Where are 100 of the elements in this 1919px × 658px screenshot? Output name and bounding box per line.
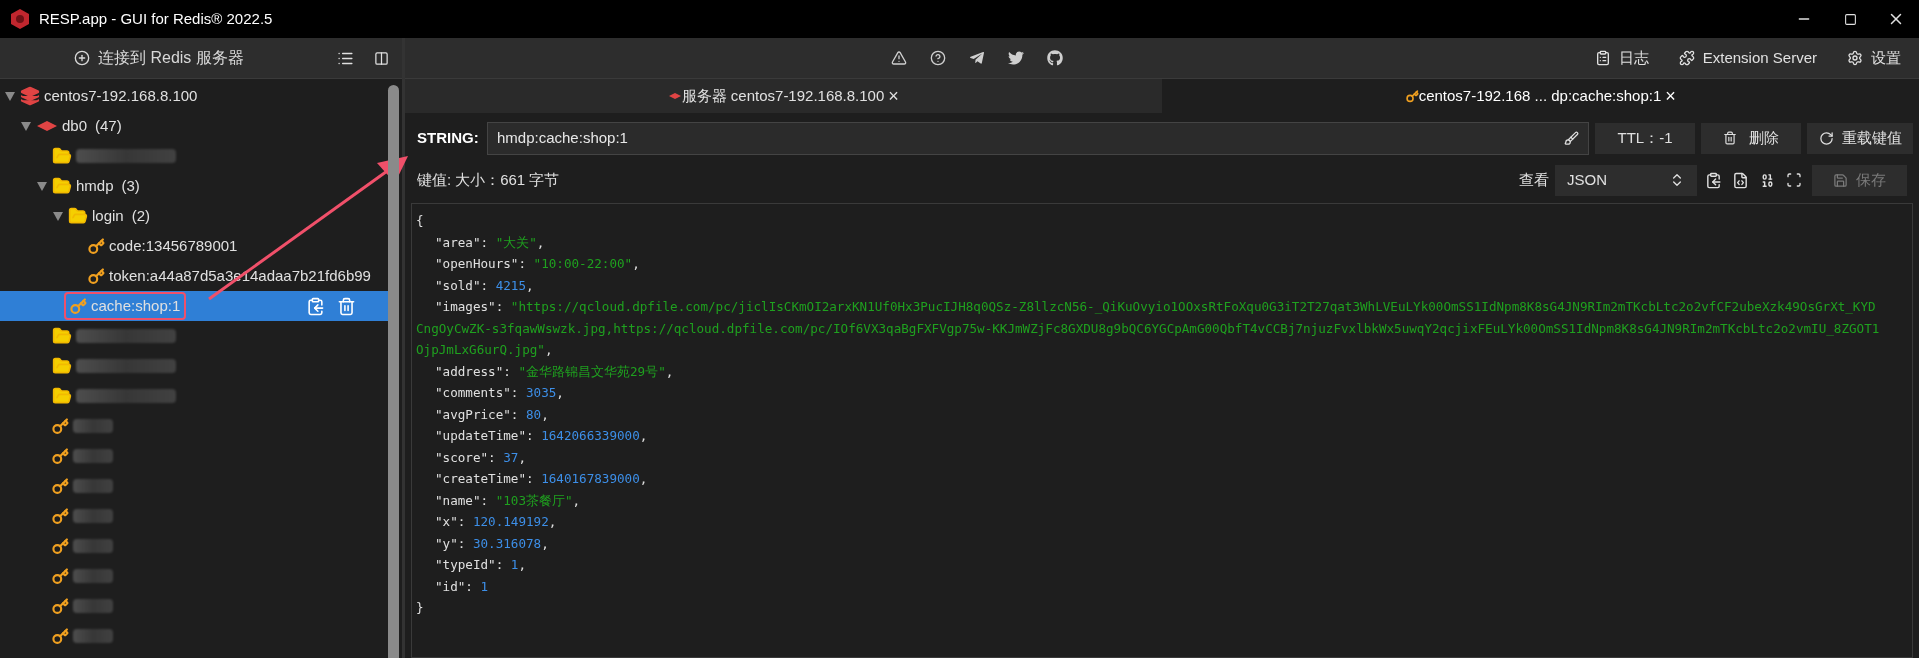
code-line: "createTime": 1640167839000,	[434, 470, 649, 488]
window-title: RESP.app - GUI for Redis® 2022.5	[39, 8, 273, 29]
cat-octocat-icon[interactable]	[1047, 50, 1063, 66]
delete-icon[interactable]	[337, 296, 356, 316]
reload-icon	[1818, 130, 1834, 146]
toolbar-button[interactable]: 设置	[1847, 46, 1901, 70]
folder-icon	[52, 176, 72, 196]
code-line: "images": "https://qcloud.dpfile.com/pc/jiclIsCKmOI2arxKN1Uf0Hx3PucIJH8q0QSz-Z8llzcN56-_QiKuOvyio1OOxsRtFoXqu0G3iT2T27qat3WhLVEuLYk00OmSS1IdNpm8K8sG4JN9RIm2mTKcbLtc2o2vfCF2ubeXzk49OsGrXt_KYDCngOyCwZK-s3fqawWswzk.jpg,https://qcloud.dpfile.com/pc/IOf6VX3qaBgFXFVgp75w-KKJmWZjFc8GXDU8g9bQC6YGCpAmG00QbfT4vCCBj7njuzFvxlbkWx5uwqY2qcjixFEuLYk00OmSS1IdNpm8K8sG4JN9RIm2mTKcbLtc2o2vmIU_8ZGOT1OjpJmLxG6urQ.jpg",	[415, 298, 1881, 359]
maximize-icon[interactable]	[1843, 12, 1857, 26]
scrollbar[interactable]	[388, 85, 399, 658]
key-icon	[52, 537, 69, 555]
key-icon	[70, 297, 87, 315]
code-line: "x": 120.149192,	[434, 513, 558, 531]
key-icon	[88, 237, 105, 255]
tree-item[interactable]: login (2)	[0, 201, 159, 231]
redacted-label	[73, 449, 113, 463]
tree-item[interactable]: db0 (47)	[0, 111, 130, 141]
paper-plane-icon[interactable]	[969, 50, 985, 66]
tree-item[interactable]: hmdp (3)	[0, 171, 148, 201]
copy-icon[interactable]	[306, 296, 325, 316]
expanded-caret-icon[interactable]	[52, 210, 64, 222]
toolbar-button[interactable]: 日志	[1594, 46, 1649, 70]
key-icon	[52, 417, 69, 435]
database-icon	[36, 120, 58, 132]
brush-icon[interactable]	[1564, 130, 1579, 146]
clipboard-icon	[1594, 50, 1611, 66]
code-line: "area": "大关",	[434, 233, 546, 252]
plus-icon	[74, 50, 90, 66]
code-line: "address": "金华路锦昌文华苑29号",	[434, 362, 675, 381]
fullscreen-icon[interactable]	[1786, 172, 1802, 188]
tree-item-label: db0 (47)	[62, 115, 122, 136]
value-size: 大小：661 字节	[455, 169, 560, 190]
key-icon	[88, 267, 105, 285]
split-view-icon[interactable]	[374, 50, 389, 66]
code-file-icon[interactable]	[1732, 171, 1749, 189]
ttl-button[interactable]: TTL：-1	[1595, 122, 1695, 154]
reload-button[interactable]: 重载键值	[1807, 122, 1913, 154]
redacted-label	[73, 419, 113, 433]
bird-icon[interactable]	[1008, 50, 1024, 66]
tree-item[interactable]: centos7-192.168.8.100	[0, 81, 206, 111]
tree-item-label: hmdp (3)	[76, 175, 140, 196]
code-line: "score": 37,	[434, 448, 528, 467]
code-line: "openHours": "10:00-22:00",	[434, 255, 641, 273]
key-icon	[52, 597, 69, 615]
view-label: 查看	[1519, 169, 1549, 190]
redacted-label	[73, 539, 113, 553]
trash-icon	[1723, 131, 1737, 145]
clipboard-icon[interactable]	[1705, 171, 1722, 189]
tree-item[interactable]: code:13456789001	[0, 231, 246, 261]
code-line: "name": "103茶餐厅",	[434, 491, 582, 510]
app-logo-icon	[9, 8, 31, 30]
code-line: }	[415, 599, 425, 617]
folder-icon	[52, 356, 72, 376]
redacted-label	[73, 569, 113, 583]
tab-label: 服务器 centos7-192.168.8.100	[681, 85, 885, 106]
delete-button[interactable]: 删除	[1701, 122, 1801, 154]
code-line: "avgPrice": 80,	[434, 405, 550, 424]
redacted-label	[73, 629, 113, 643]
value-label: 键值:	[417, 169, 452, 190]
tree-item-label: login (2)	[92, 205, 151, 226]
redacted-label	[73, 599, 113, 613]
expanded-caret-icon[interactable]	[36, 180, 48, 192]
settings-icon	[1847, 50, 1863, 66]
key-icon	[52, 447, 69, 465]
folder-icon	[52, 146, 72, 166]
expanded-caret-icon[interactable]	[20, 120, 32, 132]
key-icon	[52, 477, 69, 495]
warning-icon[interactable]	[891, 50, 907, 66]
help-icon[interactable]	[930, 50, 946, 66]
key-icon	[52, 627, 69, 645]
view-mode-value: JSON	[1567, 169, 1607, 190]
code-line: "comments": 3035,	[434, 384, 565, 402]
code-line: "sold": 4215,	[434, 276, 535, 295]
server-stack-icon	[20, 86, 40, 106]
view-mode-select[interactable]: JSON	[1555, 164, 1697, 196]
expanded-caret-icon[interactable]	[4, 90, 16, 102]
toolbar-button[interactable]: Extension Server	[1678, 46, 1817, 70]
type-label: STRING:	[416, 127, 480, 148]
code-line: "updateTime": 1642066339000,	[434, 427, 649, 445]
connect-button[interactable]: 连接到 Redis 服务器	[74, 46, 244, 70]
tab-label: centos7-192.168 ... dp:cache:shop:1	[1418, 85, 1662, 106]
code-line: {	[415, 212, 425, 230]
puzzle-icon	[1678, 50, 1695, 66]
tab-close-button[interactable]: ×	[1665, 82, 1676, 110]
folder-icon	[68, 206, 88, 226]
key-icon	[52, 567, 69, 585]
tree-item-label: cache:shop:1	[91, 295, 181, 316]
code-line: "typeId": 1,	[434, 556, 528, 574]
database-icon	[667, 92, 682, 100]
save-icon	[1833, 172, 1848, 188]
folder-icon	[52, 386, 72, 406]
key-icon	[52, 507, 69, 525]
code-line: "id": 1	[434, 577, 490, 596]
tab[interactable]: 服务器 centos7-192.168.8.100 ×	[405, 79, 1163, 113]
folder-icon	[52, 326, 72, 346]
tree-item-label: centos7-192.168.8.100	[44, 85, 198, 106]
redacted-label	[73, 509, 113, 523]
key-name-field[interactable]: hmdp:cache:shop:1	[487, 121, 1589, 155]
key-icon	[1405, 89, 1419, 103]
tab-close-button[interactable]: ×	[888, 82, 899, 110]
